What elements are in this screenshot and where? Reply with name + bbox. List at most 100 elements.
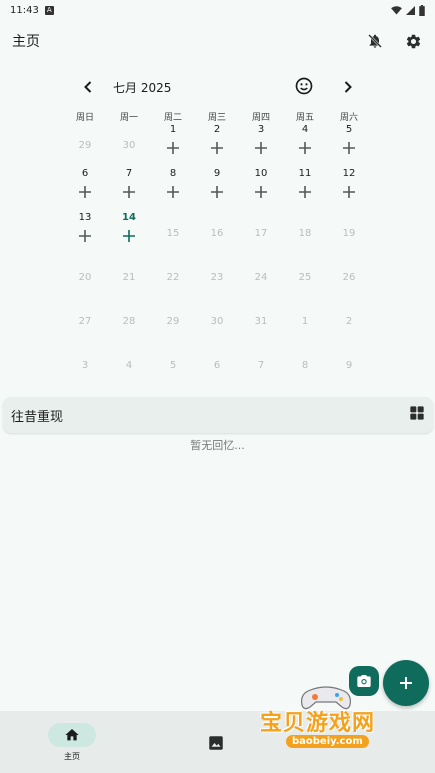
day-number: 27 (78, 316, 92, 327)
day-number: 31 (254, 316, 268, 327)
calendar-day[interactable]: 9 (327, 344, 371, 388)
calendar-grid: 周日 周一 周二 周三 周四 周五 周六 29 30 1 2 3 4 5 6 7 8 9 10 11 12 13 14 15… (63, 112, 371, 388)
calendar-day[interactable]: 15 (151, 212, 195, 256)
home-icon (65, 729, 79, 741)
calendar-day[interactable]: 1 (151, 124, 195, 168)
day-number: 25 (298, 272, 312, 283)
add-day-entry-icon[interactable] (342, 140, 356, 154)
previous-month-button[interactable] (78, 77, 98, 101)
calendar-day[interactable]: 29 (63, 124, 107, 168)
add-day-entry-icon[interactable] (78, 228, 92, 242)
cell-signal-icon (406, 5, 415, 15)
status-bar: 11:43 A (0, 0, 435, 20)
calendar-day[interactable]: 7 (239, 344, 283, 388)
nav-gallery[interactable] (207, 734, 225, 756)
calendar-day[interactable]: 28 (107, 300, 151, 344)
add-day-entry-icon[interactable] (298, 184, 312, 198)
app-bar: 主页 (0, 26, 435, 56)
calendar-day[interactable]: 6 (63, 168, 107, 212)
add-day-entry-icon[interactable] (210, 184, 224, 198)
page-title: 主页 (12, 34, 40, 50)
calendar-day[interactable]: 17 (239, 212, 283, 256)
battery-icon (419, 4, 425, 16)
calendar-day[interactable]: 23 (195, 256, 239, 300)
month-label[interactable]: 七月 2025 (113, 79, 171, 96)
add-day-entry-icon[interactable] (166, 140, 180, 154)
calendar-day[interactable]: 18 (283, 212, 327, 256)
calendar-day[interactable]: 8 (151, 168, 195, 212)
day-number: 8 (169, 168, 177, 179)
day-number: 7 (257, 360, 265, 371)
add-day-entry-icon[interactable] (210, 140, 224, 154)
watermark-text: 宝贝游戏网 (260, 711, 376, 736)
calendar-day[interactable]: 3 (239, 124, 283, 168)
calendar-day[interactable]: 6 (195, 344, 239, 388)
calendar-day[interactable]: 9 (195, 168, 239, 212)
calendar-day[interactable]: 13 (63, 212, 107, 256)
calendar-day[interactable]: 30 (107, 124, 151, 168)
add-day-entry-icon[interactable] (298, 140, 312, 154)
grid-view-icon[interactable] (409, 405, 425, 425)
add-day-entry-icon[interactable] (166, 184, 180, 198)
status-left: 11:43 A (10, 5, 54, 16)
calendar-day[interactable]: 5 (327, 124, 371, 168)
calendar-day[interactable]: 20 (63, 256, 107, 300)
calendar-day[interactable]: 2 (327, 300, 371, 344)
day-number: 13 (78, 212, 92, 223)
weekday-label: 周一 (119, 113, 138, 123)
calendar-day[interactable]: 26 (327, 256, 371, 300)
calendar-day[interactable]: 4 (283, 124, 327, 168)
calendar-day[interactable]: 24 (239, 256, 283, 300)
day-number: 10 (254, 168, 268, 179)
calendar-day[interactable]: 14 (107, 212, 151, 256)
weekday-label: 周五 (295, 113, 314, 123)
calendar-day[interactable]: 11 (283, 168, 327, 212)
calendar-day[interactable]: 8 (283, 344, 327, 388)
add-day-entry-icon[interactable] (254, 184, 268, 198)
day-number: 7 (125, 168, 133, 179)
mood-button[interactable] (294, 76, 314, 100)
day-number: 22 (166, 272, 180, 283)
add-day-entry-icon[interactable] (122, 184, 136, 198)
memories-empty-text: 暂无回忆... (190, 439, 245, 452)
calendar-day[interactable]: 29 (151, 300, 195, 344)
calendar-day[interactable]: 30 (195, 300, 239, 344)
calendar-day[interactable]: 27 (63, 300, 107, 344)
add-day-entry-icon[interactable] (254, 140, 268, 154)
day-number: 29 (78, 140, 92, 151)
memories-card[interactable]: 往昔重现 (3, 397, 433, 433)
watermark: 宝贝游戏网 baobeiy.com (258, 683, 408, 755)
calendar-day[interactable]: 1 (283, 300, 327, 344)
weekday-label: 周四 (251, 113, 270, 123)
calendar-day[interactable]: 3 (63, 344, 107, 388)
calendar-day[interactable]: 25 (283, 256, 327, 300)
calendar-day[interactable]: 12 (327, 168, 371, 212)
notifications-off-icon[interactable] (365, 31, 385, 51)
calendar-day[interactable]: 4 (107, 344, 151, 388)
day-number: 8 (301, 360, 309, 371)
next-month-button[interactable] (338, 77, 358, 101)
calendar-day[interactable]: 22 (151, 256, 195, 300)
calendar-day[interactable]: 31 (239, 300, 283, 344)
day-number: 3 (81, 360, 89, 371)
add-day-entry-icon[interactable] (342, 184, 356, 198)
nav-home[interactable]: 主页 (48, 723, 96, 762)
day-number: 1 (169, 124, 177, 135)
day-number: 30 (122, 140, 136, 151)
nav-home-indicator (48, 723, 96, 747)
calendar-day[interactable]: 7 (107, 168, 151, 212)
settings-icon[interactable] (403, 31, 423, 51)
calendar-day[interactable]: 10 (239, 168, 283, 212)
calendar-day[interactable]: 19 (327, 212, 371, 256)
add-day-entry-icon[interactable] (78, 184, 92, 198)
day-number: 11 (298, 168, 312, 179)
day-number: 17 (254, 228, 268, 239)
calendar-day[interactable]: 16 (195, 212, 239, 256)
calendar-day[interactable]: 21 (107, 256, 151, 300)
calendar-day[interactable]: 5 (151, 344, 195, 388)
add-day-entry-icon[interactable] (122, 228, 136, 242)
photo-icon (209, 736, 223, 750)
status-right (391, 4, 425, 16)
day-number: 21 (122, 272, 136, 283)
calendar-day[interactable]: 2 (195, 124, 239, 168)
